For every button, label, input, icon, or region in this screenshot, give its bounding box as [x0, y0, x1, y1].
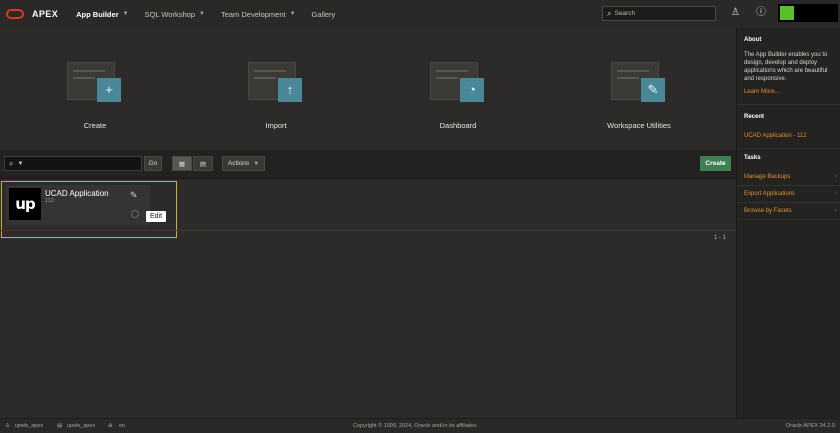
- chevron-down-icon[interactable]: ▼: [17, 161, 23, 167]
- app-id: 112: [45, 198, 54, 204]
- learn-more-link[interactable]: Learn More...: [744, 89, 780, 95]
- nav-app-builder[interactable]: App Builder ▼: [76, 10, 128, 19]
- chevron-down-icon: ▼: [199, 11, 205, 17]
- plus-icon: +: [97, 78, 121, 102]
- oracle-logo-icon[interactable]: [6, 9, 24, 19]
- tile-label: Workspace Utilities: [607, 121, 671, 130]
- nav-sql-workshop[interactable]: SQL Workshop ▼: [145, 10, 205, 19]
- globe-icon: ⊕: [108, 423, 113, 429]
- footer-workspace: upwb_apex: [67, 423, 96, 429]
- user-avatar: [780, 6, 794, 20]
- tile-label: Import: [265, 121, 287, 130]
- tile-label: Create: [83, 121, 107, 130]
- task-manage-backups[interactable]: Manage Backups ›: [737, 169, 840, 186]
- gauge-icon: ◔: [460, 78, 484, 102]
- top-navigation-bar: APEX App Builder ▼ SQL Workshop ▼ Team Dev…: [0, 0, 840, 29]
- chevron-right-icon: ›: [834, 207, 837, 214]
- task-browse-by-facets[interactable]: Browse by Facets ›: [737, 203, 840, 220]
- app-name[interactable]: UCAD Application: [45, 189, 109, 198]
- task-export-applications[interactable]: Export Applications ›: [737, 186, 840, 203]
- chevron-right-icon: ›: [834, 173, 837, 180]
- footer-language[interactable]: en: [119, 423, 125, 429]
- tasks-section: Tasks: [737, 148, 840, 168]
- upload-arrow-icon: ↑: [278, 78, 302, 102]
- footer-user: upwb_apex: [15, 423, 44, 429]
- main-nav: App Builder ▼ SQL Workshop ▼ Team Developm…: [76, 10, 351, 19]
- search-icon: ⌕: [607, 8, 612, 18]
- actions-button[interactable]: Actions ▼: [222, 156, 265, 171]
- brand-name[interactable]: APEX: [32, 9, 58, 19]
- tile-label: Dashboard: [439, 121, 477, 130]
- go-button[interactable]: Go: [144, 156, 162, 171]
- grid-icon: ▦: [178, 160, 186, 168]
- nav-gallery[interactable]: Gallery: [312, 10, 336, 19]
- tile-dashboard[interactable]: ◔ Dashboard: [388, 28, 528, 150]
- global-search-input[interactable]: ⌕ Search: [602, 6, 716, 21]
- icon-view-button[interactable]: ▦: [172, 156, 192, 171]
- divider: [0, 230, 736, 231]
- create-button[interactable]: Create: [700, 156, 731, 171]
- user-icon: ♙: [5, 423, 10, 429]
- recent-item[interactable]: UCAD Application - 112: [744, 133, 807, 139]
- footer-copyright: Copyright © 1999, 2024, Oracle and/or it…: [353, 423, 478, 429]
- help-icon[interactable]: ⓘ: [756, 8, 766, 18]
- nav-team-development[interactable]: Team Development ▼: [221, 10, 296, 19]
- report-toolbar: ⌕ ▼ Go ▦ ▤ Actions ▼ Create: [0, 150, 736, 179]
- about-heading: About: [744, 37, 762, 43]
- about-section: About The App Builder enables you to des…: [737, 28, 840, 105]
- search-icon: ⌕: [9, 158, 14, 168]
- pagination-info: 1 - 1: [714, 235, 727, 241]
- recent-heading: Recent: [744, 114, 765, 120]
- chevron-down-icon: ▼: [253, 160, 260, 167]
- user-menu[interactable]: [778, 4, 838, 22]
- report-view-button[interactable]: ▤: [193, 156, 213, 171]
- table-icon: ▤: [199, 160, 207, 168]
- run-icon[interactable]: [131, 210, 139, 218]
- right-sidebar: About The App Builder enables you to des…: [736, 28, 840, 418]
- chevron-down-icon: ▼: [289, 11, 296, 17]
- search-placeholder: Search: [614, 10, 636, 17]
- workspace-icon: ▤: [57, 423, 63, 429]
- tasks-heading: Tasks: [744, 155, 761, 161]
- tile-workspace-utilities[interactable]: ✎ Workspace Utilities: [569, 28, 709, 150]
- pencil-icon[interactable]: ✎: [130, 190, 138, 201]
- developer-icon[interactable]: ♙: [731, 8, 740, 18]
- recent-section: Recent UCAD Application - 112: [737, 104, 840, 149]
- wrench-icon: ✎: [641, 78, 665, 102]
- tile-import[interactable]: ↑ Import: [206, 28, 346, 150]
- about-text: The App Builder enables you to design, d…: [744, 52, 828, 82]
- edit-tooltip: Edit: [146, 211, 167, 222]
- app-logo[interactable]: up: [9, 188, 41, 220]
- chevron-down-icon: ▼: [122, 11, 129, 17]
- hero-tiles: + Create ↑ Import ◔ Dashboard ✎ Workspac…: [0, 28, 736, 150]
- tile-create[interactable]: + Create: [25, 28, 165, 150]
- footer: ♙ upwb_apex ▤ upwb_apex ⊕ en Copyright ©…: [0, 418, 840, 433]
- chevron-right-icon: ›: [834, 190, 837, 197]
- footer-version: Oracle APEX 24.2.0: [786, 423, 835, 429]
- report-search-input[interactable]: ⌕ ▼: [4, 156, 142, 171]
